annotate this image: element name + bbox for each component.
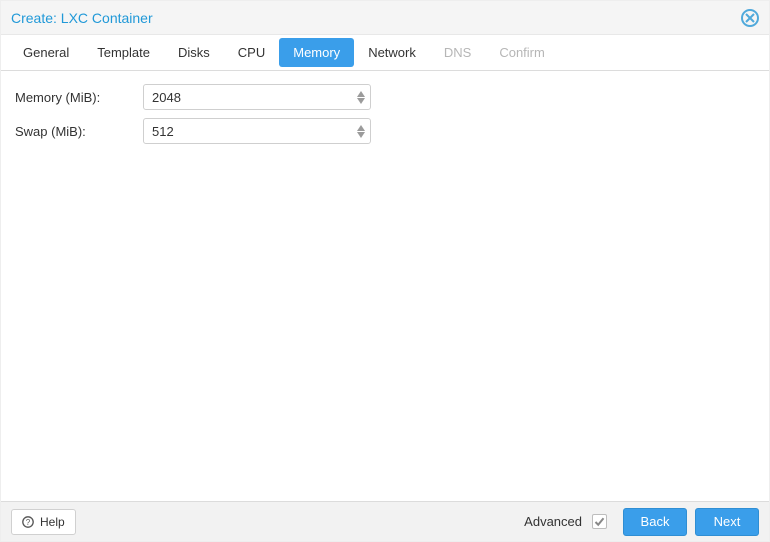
memory-row: Memory (MiB): xyxy=(15,83,755,111)
tab-memory[interactable]: Memory xyxy=(279,38,354,67)
tab-template[interactable]: Template xyxy=(83,38,164,67)
svg-text:?: ? xyxy=(26,518,31,527)
swap-input[interactable] xyxy=(144,124,352,139)
help-icon: ? xyxy=(22,516,34,528)
tab-dns: DNS xyxy=(430,38,485,67)
wizard-tabs: General Template Disks CPU Memory Networ… xyxy=(1,35,769,71)
memory-label: Memory (MiB): xyxy=(15,90,143,105)
memory-stepper[interactable] xyxy=(352,85,370,109)
tab-disks[interactable]: Disks xyxy=(164,38,224,67)
swap-input-wrapper xyxy=(143,118,371,144)
swap-label: Swap (MiB): xyxy=(15,124,143,139)
close-button[interactable] xyxy=(741,9,759,27)
tab-confirm: Confirm xyxy=(485,38,559,67)
create-lxc-container-dialog: Create: LXC Container General Template D… xyxy=(0,0,770,542)
memory-input[interactable] xyxy=(144,90,352,105)
memory-input-wrapper xyxy=(143,84,371,110)
back-button[interactable]: Back xyxy=(623,508,687,536)
tab-cpu[interactable]: CPU xyxy=(224,38,279,67)
tab-network[interactable]: Network xyxy=(354,38,430,67)
chevron-down-icon xyxy=(357,98,365,104)
chevron-up-icon xyxy=(357,125,365,131)
help-label: Help xyxy=(40,515,65,529)
titlebar: Create: LXC Container xyxy=(1,1,769,35)
footer: ? Help Advanced Back Next xyxy=(1,501,769,541)
dialog-title: Create: LXC Container xyxy=(11,10,741,26)
check-icon xyxy=(594,516,605,527)
chevron-up-icon xyxy=(357,91,365,97)
form-body: Memory (MiB): Swap (MiB): xyxy=(1,71,769,501)
advanced-checkbox[interactable] xyxy=(592,514,607,529)
advanced-label: Advanced xyxy=(524,514,582,529)
chevron-down-icon xyxy=(357,132,365,138)
next-button[interactable]: Next xyxy=(695,508,759,536)
swap-stepper[interactable] xyxy=(352,119,370,143)
close-icon xyxy=(745,13,755,23)
tab-general[interactable]: General xyxy=(9,38,83,67)
swap-row: Swap (MiB): xyxy=(15,117,755,145)
help-button[interactable]: ? Help xyxy=(11,509,76,535)
